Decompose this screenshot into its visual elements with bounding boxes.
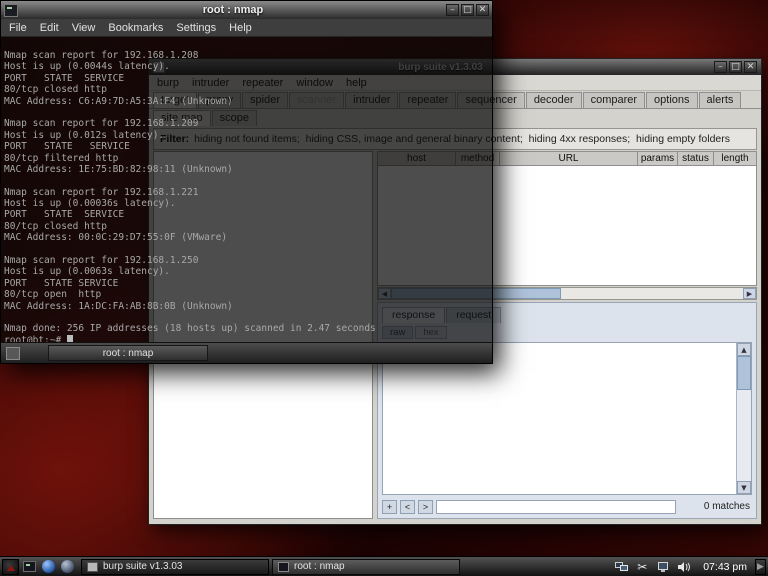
terminal-line: MAC Address: 00:0C:29:D7:55:0F (VMware): [4, 232, 489, 243]
konqueror-launcher[interactable]: [40, 559, 56, 575]
column-header[interactable]: status: [678, 152, 714, 165]
terminal-line: [4, 175, 489, 186]
terminal-app-icon: [4, 4, 18, 17]
display-settings-icon[interactable]: [656, 560, 670, 574]
terminal-line: Nmap scan report for 192.168.1.208: [4, 50, 489, 61]
task-button-list: burp suite v1.3.03 root : nmap: [78, 559, 460, 575]
system-tray: ✂: [614, 560, 691, 574]
kmenu-button[interactable]: [2, 559, 19, 575]
column-header[interactable]: URL: [500, 152, 638, 165]
terminal-line: MAC Address: 1E:75:BD:82:98:11 (Unknown): [4, 164, 489, 175]
terminal-line: [4, 312, 489, 323]
terminal-screen[interactable]: Nmap scan report for 192.168.1.208Host i…: [1, 37, 492, 343]
session-tab[interactable]: root : nmap: [48, 345, 208, 361]
terminal-session-bar: root : nmap: [1, 342, 492, 363]
terminal-line: 80/tcp open http: [4, 289, 489, 300]
terminal-line: Nmap scan report for 192.168.1.221: [4, 187, 489, 198]
terminal-line: Host is up (0.012s latency).: [4, 130, 489, 141]
terminal-icon: [23, 561, 36, 572]
terminal-line: 80/tcp filtered http: [4, 153, 489, 164]
terminal-line: Host is up (0.0044s latency).: [4, 61, 489, 72]
scroll-right-icon[interactable]: ▶: [743, 288, 756, 299]
task-label: burp suite v1.3.03: [103, 561, 183, 572]
column-header[interactable]: length: [714, 152, 756, 165]
kmix-volume-icon[interactable]: [677, 560, 691, 574]
new-session-icon[interactable]: [6, 347, 20, 360]
terminal-window-title: root : nmap: [22, 4, 444, 16]
globe-icon: [61, 560, 74, 573]
globe-icon: [42, 560, 55, 573]
terminal-line: Host is up (0.00036s latency).: [4, 198, 489, 209]
terminal-window: root : nmap – □ ✕ File Edit View Bookmarks S…: [0, 0, 493, 364]
terminal-menubar: File Edit View Bookmarks Settings Help: [1, 19, 492, 37]
burp-tab[interactable]: decoder: [526, 92, 582, 108]
maximize-icon[interactable]: □: [729, 61, 742, 73]
vscroll-thumb[interactable]: [737, 356, 751, 390]
minimize-icon[interactable]: –: [714, 61, 727, 73]
klipper-icon[interactable]: ✂: [635, 560, 649, 574]
match-count-label: 0 matches: [704, 501, 752, 512]
burp-tab[interactable]: options: [646, 92, 697, 108]
minimize-icon[interactable]: –: [446, 4, 459, 16]
maximize-icon[interactable]: □: [461, 4, 474, 16]
terminal-line: Nmap scan report for 192.168.1.209: [4, 118, 489, 129]
terminal-line: PORT STATE SERVICE: [4, 73, 489, 84]
nav-button[interactable]: <: [400, 500, 415, 514]
terminal-menu-item[interactable]: Settings: [176, 22, 216, 34]
taskbar: burp suite v1.3.03 root : nmap ✂ 07:43 p…: [0, 556, 768, 576]
terminal-line: MAC Address: 1A:DC:FA:AB:8B:0B (Unknown): [4, 301, 489, 312]
scroll-down-icon[interactable]: ▼: [737, 481, 751, 494]
terminal-line: MAC Address: C6:A9:7D:A5:3A:F4 (Unknown): [4, 96, 489, 107]
task-app-icon: [278, 562, 289, 572]
terminal-menu-item[interactable]: View: [72, 22, 96, 34]
taskbar-clock[interactable]: 07:43 pm: [703, 561, 747, 573]
close-icon[interactable]: ✕: [744, 61, 757, 73]
terminal-menu-item[interactable]: Help: [229, 22, 252, 34]
terminal-line: [4, 244, 489, 255]
burp-tab[interactable]: comparer: [583, 92, 645, 108]
task-app-icon: [87, 562, 98, 572]
task-button[interactable]: burp suite v1.3.03: [81, 559, 269, 575]
search-input[interactable]: [436, 500, 676, 514]
terminal-line: [4, 107, 489, 118]
response-text-area[interactable]: ▲ ▼: [382, 342, 752, 495]
close-icon[interactable]: ✕: [476, 4, 489, 16]
terminal-output: Nmap scan report for 192.168.1.208Host i…: [4, 50, 489, 335]
konsole-launcher[interactable]: [21, 559, 37, 575]
terminal-line: Host is up (0.0063s latency).: [4, 266, 489, 277]
nav-button[interactable]: +: [382, 500, 397, 514]
terminal-menu-item[interactable]: File: [9, 22, 27, 34]
terminal-menu-item[interactable]: Bookmarks: [108, 22, 163, 34]
terminal-titlebar[interactable]: root : nmap – □ ✕: [1, 1, 492, 19]
browser-launcher[interactable]: [59, 559, 75, 575]
burp-tab[interactable]: alerts: [699, 92, 742, 108]
terminal-line: Nmap done: 256 IP addresses (18 hosts up…: [4, 323, 489, 334]
task-button[interactable]: root : nmap: [272, 559, 460, 575]
nav-button-group: +<>: [382, 500, 433, 514]
scroll-up-icon[interactable]: ▲: [737, 343, 751, 356]
terminal-line: PORT STATE SERVICE: [4, 141, 489, 152]
network-manager-icon[interactable]: [614, 560, 628, 574]
terminal-menu-item[interactable]: Edit: [40, 22, 59, 34]
panel-hide-arrow[interactable]: ▶: [755, 559, 766, 575]
nav-button[interactable]: >: [418, 500, 433, 514]
vertical-scrollbar[interactable]: ▲ ▼: [736, 343, 751, 494]
vscroll-track[interactable]: [737, 356, 751, 481]
terminal-line: 80/tcp closed http: [4, 221, 489, 232]
viewer-search-row: +<> 0 matches: [382, 498, 752, 515]
terminal-line: 80/tcp closed http: [4, 84, 489, 95]
terminal-line: PORT STATE SERVICE: [4, 209, 489, 220]
terminal-line: Nmap scan report for 192.168.1.250: [4, 255, 489, 266]
terminal-line: PORT STATE SERVICE: [4, 278, 489, 289]
task-label: root : nmap: [294, 561, 345, 572]
column-header[interactable]: params: [638, 152, 678, 165]
